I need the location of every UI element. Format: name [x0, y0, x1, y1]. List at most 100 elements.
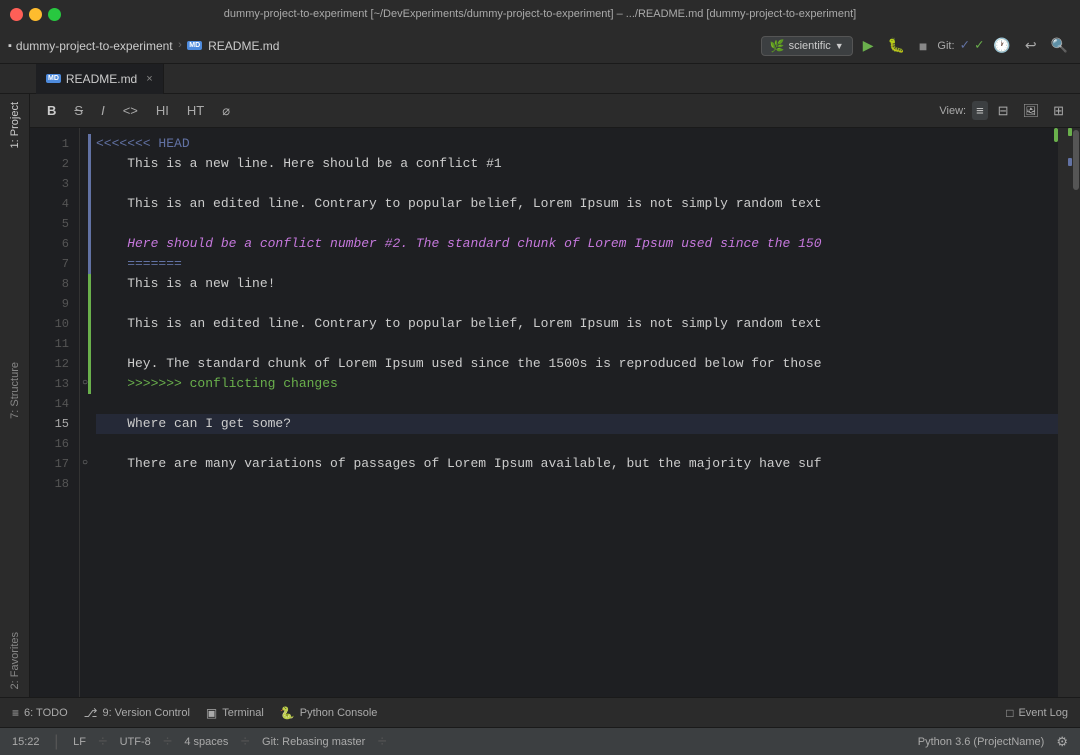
- code-line-9: [96, 294, 1058, 314]
- conflict-bar-green: [88, 374, 91, 394]
- sidebar-item-favorites[interactable]: 2: Favorites: [9, 624, 21, 697]
- line-num-18: 18: [30, 474, 79, 494]
- line-num-4: 4: [30, 194, 79, 214]
- version-control-tool[interactable]: ⎇ 9: Version Control: [84, 706, 190, 720]
- view-controls: View: ≡ ⊟ 🖼 ⊞: [939, 101, 1068, 121]
- italic-button[interactable]: I: [96, 101, 110, 120]
- minimize-button[interactable]: [29, 8, 42, 21]
- scrollbar-thumb[interactable]: [1073, 130, 1079, 190]
- cursor-position[interactable]: 15:22: [12, 736, 40, 748]
- python-console-label: Python Console: [300, 707, 378, 719]
- todo-icon: ≡: [12, 706, 19, 720]
- git-status[interactable]: Git: Rebasing master: [262, 736, 365, 748]
- view-grid-button[interactable]: ⊞: [1049, 101, 1068, 121]
- line-num-13: 13: [30, 374, 79, 394]
- run-button[interactable]: ▶: [859, 35, 878, 56]
- line-num-8: 8: [30, 274, 79, 294]
- stop-button[interactable]: ■: [915, 36, 931, 56]
- conflict-bar-green: [88, 334, 91, 354]
- conflict-bar-green: [88, 274, 91, 294]
- sidebar-item-project[interactable]: 1: Project: [9, 94, 21, 156]
- maximize-button[interactable]: [48, 8, 61, 21]
- line-num-12: 12: [30, 354, 79, 374]
- link-button[interactable]: ⌀: [217, 101, 235, 121]
- gutter-arrow: ○: [82, 374, 88, 394]
- md-icon: MD: [187, 41, 202, 50]
- search-button[interactable]: 🔍: [1047, 35, 1072, 56]
- code-line-2: This is a new line. Here should be a con…: [96, 154, 1058, 174]
- editor-area[interactable]: 123456789101112131415161718 <<<<<<< HEAD…: [30, 128, 1080, 697]
- close-button[interactable]: [10, 8, 23, 21]
- view-split-button[interactable]: ⊟: [994, 101, 1013, 121]
- breadcrumb-folder[interactable]: ▪ dummy-project-to-experiment: [8, 39, 173, 53]
- breadcrumb-folder-name: dummy-project-to-experiment: [16, 39, 173, 53]
- tab-close-button[interactable]: ×: [146, 73, 152, 85]
- line-num-16: 16: [30, 434, 79, 454]
- view-preview-button[interactable]: 🖼: [1019, 101, 1044, 121]
- strikethrough-button[interactable]: S: [69, 101, 88, 120]
- right-markers: [1058, 128, 1072, 697]
- bold-button[interactable]: B: [42, 101, 61, 120]
- line-num-9: 9: [30, 294, 79, 314]
- scrollbar[interactable]: [1072, 128, 1080, 697]
- status-bar: 15:22 | LF ÷ UTF-8 ÷ 4 spaces ÷ Git: Reb…: [0, 727, 1080, 755]
- line-ending[interactable]: LF: [73, 736, 86, 748]
- toolbar-right: 🌿 scientific ▼ ▶ 🐛 ■ Git: ✓ ✓ 🕐 ↩ 🔍: [761, 35, 1072, 56]
- code-button[interactable]: <>: [118, 101, 143, 120]
- h1-button[interactable]: HI: [151, 101, 174, 120]
- leaf-icon: 🌿: [770, 39, 785, 53]
- python-console-tool[interactable]: 🐍 Python Console: [280, 706, 378, 720]
- window-controls: [10, 8, 61, 21]
- line-num-17: 17: [30, 454, 79, 474]
- code-line-11: [96, 334, 1058, 354]
- tab-bar: MD README.md ×: [0, 64, 1080, 94]
- view-label: View:: [939, 105, 966, 117]
- sidebar-item-structure[interactable]: 7: Structure: [9, 354, 21, 427]
- encoding[interactable]: UTF-8: [120, 736, 151, 748]
- conflict-bar-green: [88, 314, 91, 334]
- indent[interactable]: 4 spaces: [184, 736, 228, 748]
- code-line-4: This is an edited line. Contrary to popu…: [96, 194, 1058, 214]
- git-label: Git:: [937, 40, 954, 52]
- code-line-14: [96, 394, 1058, 414]
- main-toolbar: ▪ dummy-project-to-experiment › MD READM…: [0, 28, 1080, 64]
- line-num-7: 7: [30, 254, 79, 274]
- terminal-tool[interactable]: ▣ Terminal: [206, 706, 264, 720]
- line-num-6: 6: [30, 234, 79, 254]
- conflict-bar-purple: [88, 134, 91, 154]
- line-num-1: 1: [30, 134, 79, 154]
- code-line-17: There are many variations of passages of…: [96, 454, 1058, 474]
- git-check-green-icon: ✓: [975, 37, 983, 54]
- title-bar: dummy-project-to-experiment [~/DevExperi…: [0, 0, 1080, 28]
- line-num-5: 5: [30, 214, 79, 234]
- undo-button[interactable]: ↩: [1021, 35, 1041, 56]
- view-list-button[interactable]: ≡: [972, 101, 988, 120]
- code-line-18: [96, 474, 1058, 494]
- history-button[interactable]: 🕐: [989, 35, 1014, 56]
- format-toolbar: B S I <> HI HT ⌀ View: ≡ ⊟ 🖼 ⊞: [30, 94, 1080, 128]
- code-line-6: Here should be a conflict number #2. The…: [96, 234, 1058, 254]
- breadcrumb-sep: ›: [177, 40, 184, 52]
- version-control-icon: ⎇: [84, 706, 98, 720]
- line-num-3: 3: [30, 174, 79, 194]
- python-version[interactable]: Python 3.6 (ProjectName): [918, 736, 1045, 748]
- bottom-right: □ Event Log: [1006, 706, 1068, 720]
- debug-button[interactable]: 🐛: [883, 35, 908, 56]
- scientific-button[interactable]: 🌿 scientific ▼: [761, 36, 853, 56]
- version-control-label: 9: Version Control: [102, 707, 189, 719]
- window-title: dummy-project-to-experiment [~/DevExperi…: [224, 8, 856, 20]
- change-marker-green: [1068, 128, 1072, 136]
- event-log-tool[interactable]: □ Event Log: [1006, 706, 1068, 720]
- conflict-bar-purple: [88, 154, 91, 174]
- tab-readme[interactable]: MD README.md ×: [36, 64, 164, 94]
- code-line-15: Where can I get some?: [96, 414, 1058, 434]
- breadcrumb-file[interactable]: MD README.md: [187, 39, 279, 53]
- code-content[interactable]: <<<<<<< HEAD This is a new line. Here sh…: [80, 128, 1058, 697]
- tab-label: README.md: [66, 72, 137, 86]
- h2-button[interactable]: HT: [182, 101, 209, 120]
- conflict-bar-purple: [88, 194, 91, 214]
- conflict-bar-green: [88, 354, 91, 374]
- scientific-label: scientific: [789, 40, 831, 52]
- todo-tool[interactable]: ≡ 6: TODO: [12, 706, 68, 720]
- left-panel: 1: Project 7: Structure 2: Favorites: [0, 94, 30, 697]
